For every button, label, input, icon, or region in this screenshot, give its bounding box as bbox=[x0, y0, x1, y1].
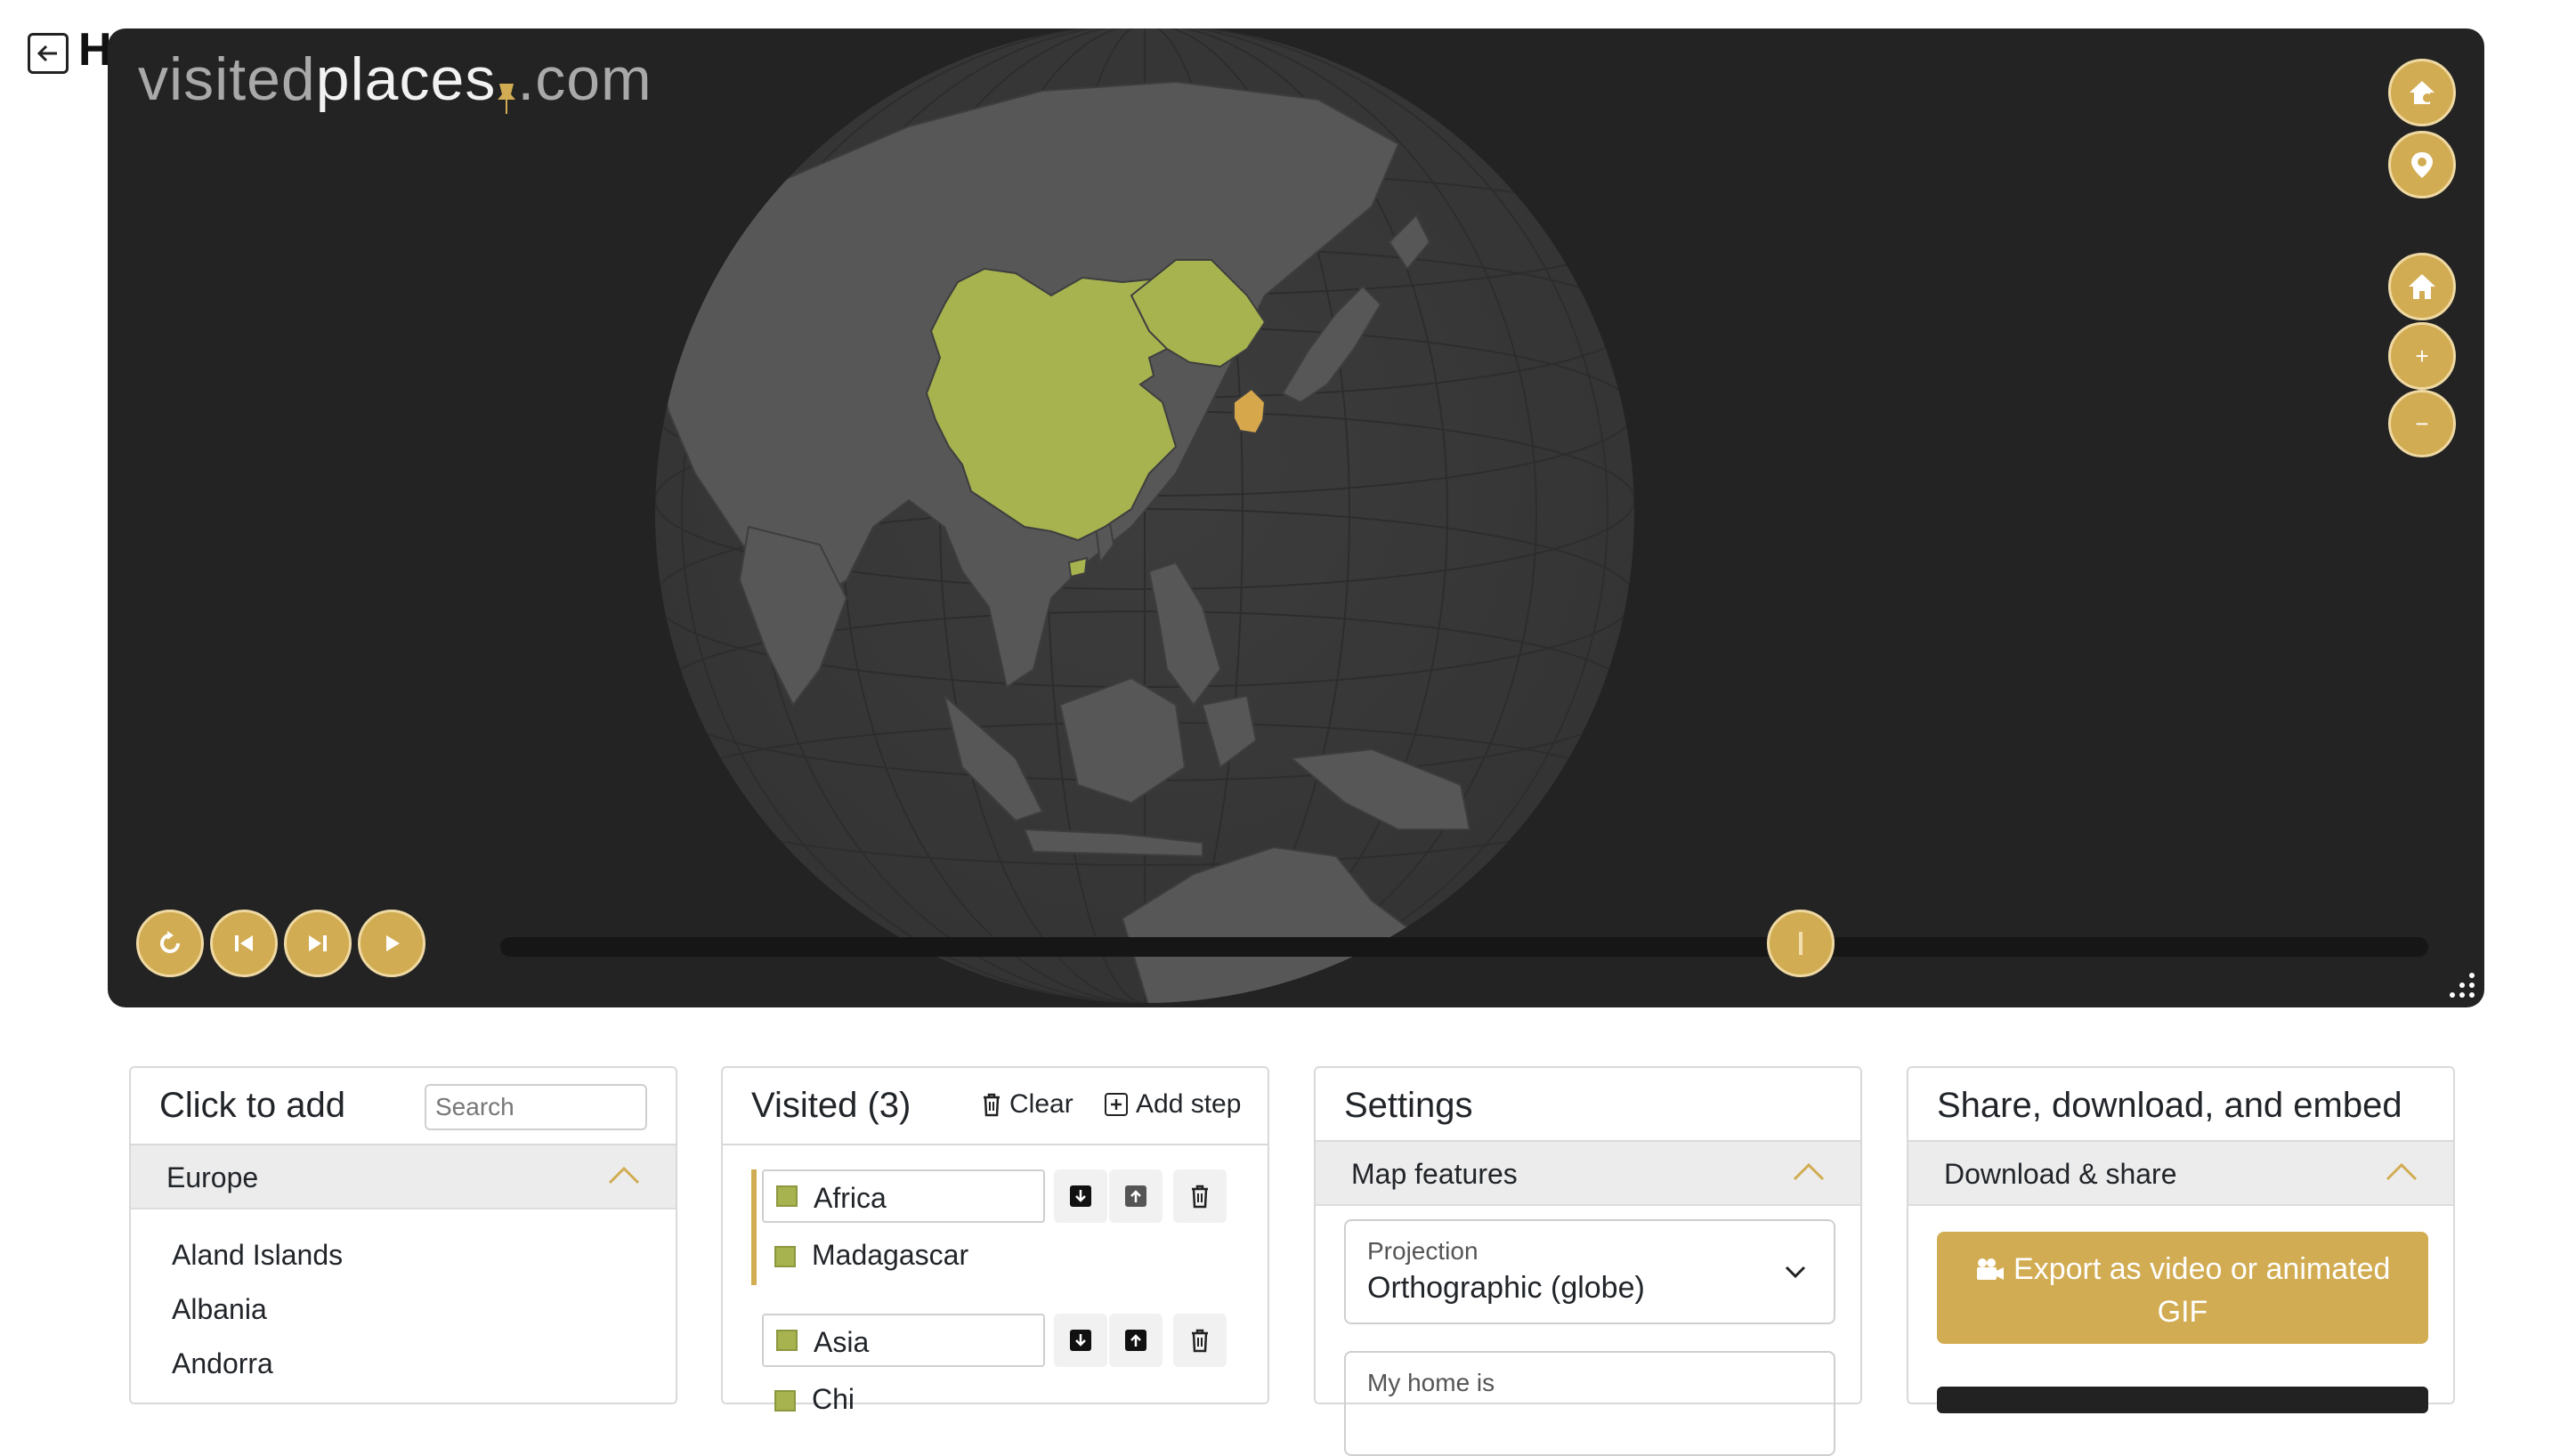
country-item[interactable]: Aland Islands bbox=[172, 1239, 343, 1272]
color-swatch[interactable] bbox=[776, 1330, 798, 1351]
group-africa[interactable]: Africa bbox=[762, 1169, 1045, 1223]
color-swatch[interactable] bbox=[774, 1390, 796, 1412]
clear-label: Clear bbox=[1009, 1089, 1073, 1119]
chevron-up-icon bbox=[1793, 1162, 1825, 1181]
card-header: Click to add bbox=[131, 1068, 676, 1145]
section-label: Map features bbox=[1351, 1158, 1518, 1190]
map-panel[interactable]: visitedplaces .com + − bbox=[108, 28, 2484, 1007]
chevron-down-icon bbox=[1785, 1266, 1806, 1279]
color-swatch[interactable] bbox=[774, 1246, 796, 1267]
projection-label: Projection bbox=[1367, 1237, 1478, 1265]
trash-icon bbox=[984, 1093, 1000, 1117]
chevron-up-icon bbox=[608, 1166, 640, 1185]
video-camera-icon bbox=[1976, 1258, 2004, 1280]
arrow-left-icon bbox=[36, 44, 57, 62]
visited-country-item[interactable]: Madagascar bbox=[812, 1239, 968, 1272]
zoom-in-icon: + bbox=[2415, 342, 2429, 369]
previous-step-button[interactable] bbox=[210, 910, 278, 977]
clear-button[interactable]: Clear bbox=[981, 1089, 1073, 1120]
arrow-down-box-icon bbox=[1070, 1185, 1091, 1207]
export-video-button[interactable]: Export as video or animated GIF bbox=[1937, 1232, 2428, 1344]
move-down-button[interactable] bbox=[1054, 1314, 1107, 1367]
arrow-down-box-icon bbox=[1070, 1330, 1091, 1351]
previous-step-icon bbox=[235, 935, 253, 951]
site-logo: visitedplaces .com bbox=[138, 44, 652, 114]
arrow-up-box-icon bbox=[1125, 1330, 1146, 1351]
country-item[interactable]: Albania bbox=[172, 1293, 267, 1326]
embed-bar[interactable] bbox=[1937, 1387, 2428, 1413]
delete-group-button[interactable] bbox=[1173, 1169, 1227, 1223]
home-gear-icon bbox=[2410, 81, 2434, 104]
timeline-handle[interactable] bbox=[1767, 910, 1835, 977]
replay-button[interactable] bbox=[136, 910, 204, 977]
card-header: Settings bbox=[1316, 1068, 1860, 1142]
card-title: Click to add bbox=[159, 1086, 345, 1125]
replay-icon bbox=[160, 931, 180, 953]
chevron-up-icon bbox=[2386, 1162, 2418, 1181]
pin-gear-icon bbox=[2411, 152, 2433, 178]
zoom-in-button[interactable]: + bbox=[2388, 322, 2456, 390]
zoom-out-icon: − bbox=[2415, 409, 2429, 437]
timeline-track[interactable] bbox=[500, 937, 2428, 957]
delete-group-button[interactable] bbox=[1173, 1314, 1227, 1367]
globe-map[interactable] bbox=[108, 28, 2484, 1007]
trash-icon bbox=[1192, 1185, 1208, 1209]
group-accent-bar bbox=[751, 1169, 757, 1285]
color-swatch[interactable] bbox=[776, 1185, 798, 1207]
section-download-share[interactable]: Download & share bbox=[1908, 1142, 2453, 1206]
next-step-icon bbox=[309, 935, 327, 951]
resize-grip-icon[interactable] bbox=[2447, 970, 2477, 1000]
home-icon bbox=[2409, 274, 2435, 299]
click-to-add-card: Click to add Europe Aland Islands Albani… bbox=[129, 1066, 677, 1404]
pin-gear-button[interactable] bbox=[2388, 131, 2456, 198]
group-name: Africa bbox=[814, 1182, 887, 1214]
logo-text-visited: visited bbox=[138, 45, 316, 113]
card-title: Visited (3) bbox=[751, 1086, 911, 1125]
share-card: Share, download, and embed Download & sh… bbox=[1907, 1066, 2455, 1413]
settings-card: Settings Map features Projection Orthogr… bbox=[1314, 1066, 1862, 1456]
section-map-features[interactable]: Map features bbox=[1316, 1142, 1860, 1206]
visited-country-item[interactable]: Chi bbox=[812, 1383, 855, 1416]
home-label: My home is bbox=[1367, 1369, 1495, 1396]
add-step-label: Add step bbox=[1136, 1089, 1242, 1119]
home-gear-button[interactable] bbox=[2388, 59, 2456, 126]
play-button[interactable] bbox=[358, 910, 425, 977]
pushpin-icon bbox=[496, 61, 517, 130]
section-label: Europe bbox=[166, 1161, 259, 1193]
home-button[interactable] bbox=[2388, 253, 2456, 320]
move-up-button[interactable] bbox=[1109, 1169, 1163, 1223]
play-icon bbox=[386, 935, 400, 951]
home-country-select[interactable]: My home is bbox=[1344, 1351, 1835, 1456]
card-title: Settings bbox=[1344, 1086, 1473, 1125]
card-header: Share, download, and embed bbox=[1908, 1068, 2453, 1142]
section-label: Download & share bbox=[1944, 1158, 2177, 1190]
country-search-input[interactable] bbox=[425, 1084, 647, 1130]
move-up-button[interactable] bbox=[1109, 1314, 1163, 1367]
page-title-fragment: H bbox=[78, 24, 112, 76]
visited-card: Visited (3) Clear Add step Africa Madaga… bbox=[721, 1066, 1269, 1415]
card-header: Visited (3) Clear Add step bbox=[723, 1068, 1268, 1145]
arrow-up-box-icon bbox=[1125, 1185, 1146, 1207]
next-step-button[interactable] bbox=[284, 910, 352, 977]
logo-text-places: places bbox=[315, 45, 497, 113]
back-button[interactable] bbox=[28, 33, 69, 74]
export-label: Export as video or animated GIF bbox=[2013, 1252, 2391, 1329]
zoom-out-button[interactable]: − bbox=[2388, 390, 2456, 457]
group-name: Asia bbox=[814, 1326, 870, 1358]
section-europe[interactable]: Europe bbox=[131, 1145, 676, 1209]
move-down-button[interactable] bbox=[1054, 1169, 1107, 1223]
add-step-button[interactable]: Add step bbox=[1104, 1089, 1241, 1120]
projection-select[interactable]: Projection Orthographic (globe) bbox=[1344, 1219, 1835, 1324]
card-title: Share, download, and embed bbox=[1937, 1086, 2402, 1125]
country-item[interactable]: Andorra bbox=[172, 1347, 273, 1380]
logo-text-com: .com bbox=[517, 45, 652, 113]
projection-value: Orthographic (globe) bbox=[1367, 1271, 1645, 1305]
plus-square-icon bbox=[1105, 1093, 1128, 1116]
group-asia[interactable]: Asia bbox=[762, 1314, 1045, 1367]
trash-icon bbox=[1192, 1329, 1208, 1353]
